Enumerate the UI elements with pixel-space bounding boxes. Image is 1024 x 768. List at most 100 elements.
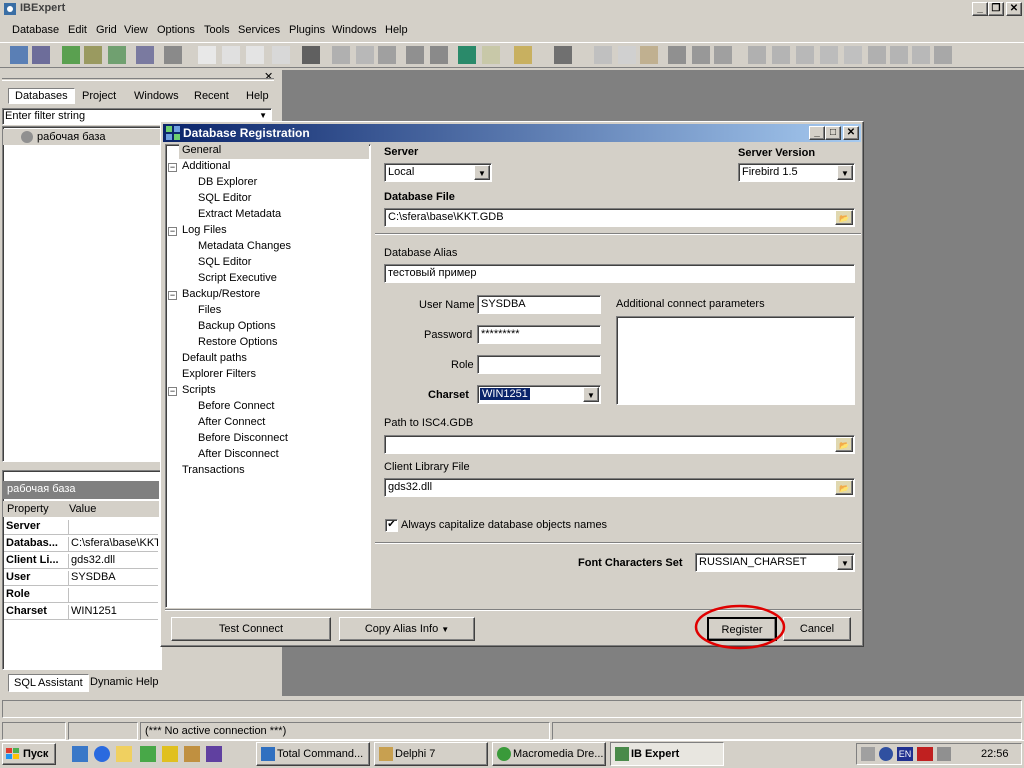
register-db-icon[interactable]	[10, 46, 28, 64]
alias-input[interactable]: тестовый пример	[384, 264, 855, 283]
sql-icon[interactable]	[332, 46, 350, 64]
copy-icon[interactable]	[618, 46, 636, 64]
filter-dropdown-icon[interactable]: ▼	[259, 111, 267, 120]
grid-2-icon[interactable]	[772, 46, 790, 64]
volume-icon[interactable]	[861, 747, 875, 761]
tab-recent[interactable]: Recent	[194, 90, 229, 102]
sql-history-icon[interactable]	[356, 46, 374, 64]
tree-item[interactable]: Explorer Filters	[182, 368, 256, 380]
capitalize-checkbox[interactable]: ✔	[385, 519, 398, 532]
open-folder-icon[interactable]	[514, 46, 532, 64]
tree-item[interactable]: Transactions	[182, 464, 245, 476]
tab-sql-assistant[interactable]: SQL Assistant	[8, 674, 89, 692]
grid-8-icon[interactable]	[912, 46, 930, 64]
tree-item[interactable]: Restore Options	[198, 336, 277, 348]
start-button[interactable]: Пуск	[2, 743, 56, 765]
isc4-input[interactable]: 📂	[384, 435, 855, 454]
keyboard-icon[interactable]	[917, 747, 933, 761]
password-input[interactable]: *********	[477, 325, 601, 344]
tree-item[interactable]: Backup Options	[198, 320, 276, 332]
chevron-down-icon[interactable]: ▼	[474, 165, 490, 180]
menu-edit[interactable]: Edit	[68, 24, 87, 36]
chevron-down-icon[interactable]: ▼	[837, 165, 853, 180]
tree-item[interactable]: SQL Editor	[198, 256, 251, 268]
grid-9-icon[interactable]	[934, 46, 952, 64]
role-input[interactable]	[477, 355, 601, 374]
tab-windows[interactable]: Windows	[134, 90, 179, 102]
chevron-down-icon[interactable]: ▼	[583, 387, 599, 402]
close-button[interactable]: ✕	[1006, 2, 1022, 16]
cut-icon[interactable]	[594, 46, 612, 64]
tab-dynamic-help[interactable]: Dynamic Help	[90, 676, 158, 688]
collapse-icon[interactable]: −	[168, 163, 177, 172]
reconnect-icon[interactable]	[108, 46, 126, 64]
open-folder-icon[interactable]: 📂	[835, 437, 853, 452]
app-save-icon[interactable]	[206, 746, 222, 762]
user-name-input[interactable]: SYSDBA	[477, 295, 601, 314]
find-icon[interactable]	[668, 46, 686, 64]
tree-item[interactable]: Additional	[182, 160, 230, 172]
grid-6-icon[interactable]	[868, 46, 886, 64]
export-icon[interactable]	[164, 46, 182, 64]
grid-3-icon[interactable]	[796, 46, 814, 64]
tree-item[interactable]: Script Executive	[198, 272, 277, 284]
report-icon[interactable]	[272, 46, 290, 64]
grid-4-icon[interactable]	[820, 46, 838, 64]
tree-item[interactable]: SQL Editor	[198, 192, 251, 204]
network-icon[interactable]	[879, 747, 893, 761]
db-tree-item[interactable]: рабочая база	[3, 129, 161, 145]
dialog-close-button[interactable]: ✕	[843, 126, 859, 140]
menu-plugins[interactable]: Plugins	[289, 24, 325, 36]
menu-view[interactable]: View	[124, 24, 148, 36]
table-row[interactable]: Role	[4, 586, 158, 603]
tray-app-icon[interactable]	[937, 747, 951, 761]
print-icon[interactable]	[378, 46, 396, 64]
find-next-icon[interactable]	[692, 46, 710, 64]
replace-icon[interactable]	[714, 46, 732, 64]
tree-item[interactable]: Before Connect	[198, 400, 274, 412]
charset-select[interactable]: WIN1251 ▼	[477, 385, 601, 404]
copy-doc-icon[interactable]	[222, 46, 240, 64]
tree-item[interactable]: DB Explorer	[198, 176, 257, 188]
table-row[interactable]: Databas... C:\sfera\base\KKT	[4, 535, 158, 552]
book-icon[interactable]	[458, 46, 476, 64]
tree-item[interactable]: Metadata Changes	[198, 240, 291, 252]
menu-database[interactable]: Database	[12, 24, 59, 36]
grid-7-icon[interactable]	[890, 46, 908, 64]
settings-icon[interactable]	[406, 46, 424, 64]
tab-help[interactable]: Help	[246, 90, 269, 102]
unregister-db-icon[interactable]	[32, 46, 50, 64]
paste-icon[interactable]	[640, 46, 658, 64]
table-row[interactable]: Charset WIN1251	[4, 603, 158, 620]
explorer-icon[interactable]	[72, 746, 88, 762]
menu-help[interactable]: Help	[385, 24, 408, 36]
tree-item[interactable]: After Connect	[198, 416, 265, 428]
language-indicator[interactable]: EN	[897, 747, 913, 761]
menu-services[interactable]: Services	[238, 24, 280, 36]
dialog-maximize-button[interactable]: □	[825, 126, 841, 140]
menu-options[interactable]: Options	[157, 24, 195, 36]
tree-item[interactable]: Extract Metadata	[198, 208, 281, 220]
copy-alias-button[interactable]: Copy Alias Info ▼	[339, 617, 475, 641]
server-select[interactable]: Local ▼	[384, 163, 492, 182]
task-ib-expert[interactable]: IB Expert	[610, 742, 724, 766]
open-folder-icon[interactable]: 📂	[835, 210, 853, 225]
db-info-icon[interactable]	[136, 46, 154, 64]
chevron-down-icon[interactable]: ▼	[837, 555, 853, 570]
table-row[interactable]: Client Li... gds32.dll	[4, 552, 158, 569]
menu-grid[interactable]: Grid	[96, 24, 117, 36]
table-row[interactable]: User SYSDBA	[4, 569, 158, 586]
table-row[interactable]: Server	[4, 518, 158, 535]
collapse-icon[interactable]: −	[168, 227, 177, 236]
collapse-icon[interactable]: −	[168, 387, 177, 396]
tree-item[interactable]: Files	[198, 304, 221, 316]
app-green-icon[interactable]	[140, 746, 156, 762]
doc-list-icon[interactable]	[246, 46, 264, 64]
collapse-icon[interactable]: −	[168, 291, 177, 300]
outlook-icon[interactable]	[116, 746, 132, 762]
test-connect-button[interactable]: Test Connect	[171, 617, 331, 641]
tree-item[interactable]: Scripts	[182, 384, 216, 396]
maximize-button[interactable]: ❐	[988, 2, 1004, 16]
ie-icon[interactable]	[94, 746, 110, 762]
tree-item[interactable]: Log Files	[182, 224, 227, 236]
